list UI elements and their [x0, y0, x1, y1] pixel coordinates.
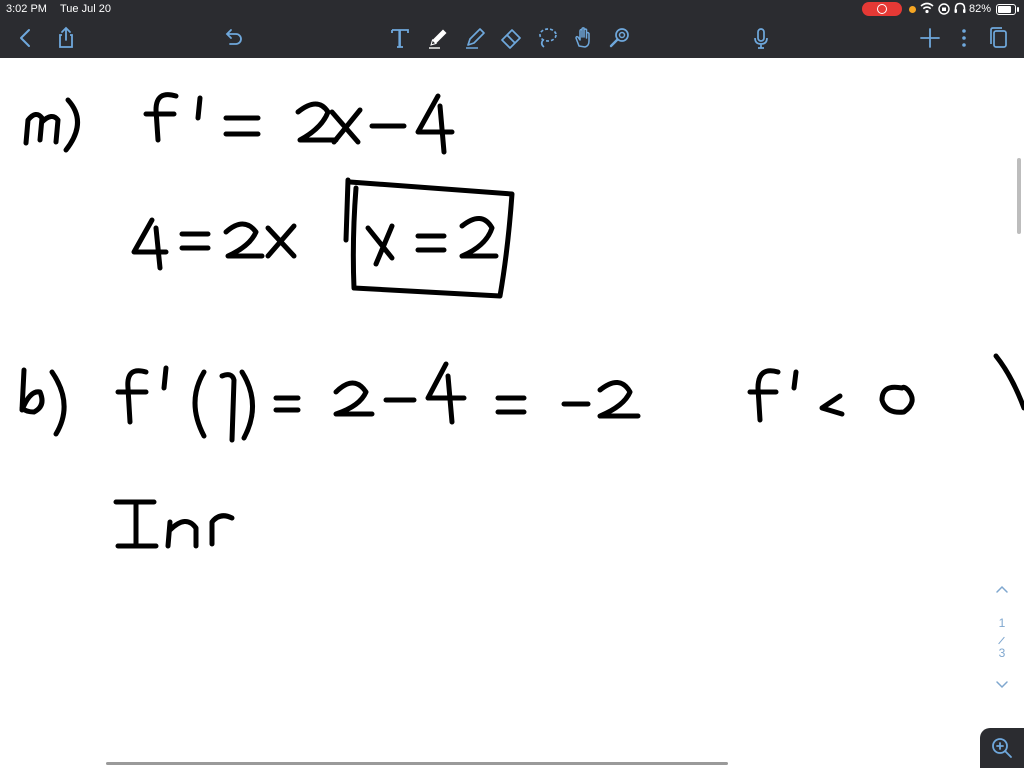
handwriting-line-5	[113, 499, 235, 549]
headphones-icon	[953, 1, 967, 18]
status-bar: 3:02 PM Tue Jul 20 82%	[0, 0, 1024, 20]
rotation-lock-icon	[937, 1, 951, 18]
add-icon[interactable]	[916, 24, 944, 52]
current-page-number: 1	[998, 616, 1006, 630]
back-chevron-icon[interactable]	[12, 24, 40, 52]
zoom-magnifier-icon	[992, 738, 1012, 758]
share-icon[interactable]	[52, 24, 80, 52]
status-date: Tue Jul 20	[60, 3, 111, 15]
microphone-icon[interactable]	[747, 24, 775, 52]
note-canvas[interactable]	[0, 58, 1024, 768]
undo-icon[interactable]	[219, 24, 247, 52]
wifi-icon	[920, 1, 934, 18]
zoom-button[interactable]	[980, 728, 1024, 768]
page-down-chevron-icon[interactable]	[992, 678, 1012, 692]
handwriting-line-1	[143, 92, 455, 155]
lasso-tool-icon[interactable]	[533, 24, 561, 52]
status-time: 3:02 PM	[6, 3, 47, 15]
vertical-scrollbar[interactable]	[1017, 158, 1021, 234]
battery-icon	[996, 4, 1019, 15]
screen-record-icon[interactable]	[862, 2, 902, 16]
handwriting-label-a	[23, 97, 80, 153]
page-separator	[998, 636, 1005, 645]
pen-tool-icon[interactable]	[424, 24, 452, 52]
pages-icon[interactable]	[985, 24, 1013, 52]
top-bar: 3:02 PM Tue Jul 20 82%	[0, 0, 1024, 58]
page-up-chevron-icon[interactable]	[992, 582, 1012, 596]
hand-gesture-icon[interactable]	[570, 24, 598, 52]
handwriting-line-4	[747, 368, 915, 423]
handwriting-edge-stroke	[993, 353, 1024, 411]
battery-percent: 82%	[969, 3, 992, 15]
home-indicator[interactable]	[106, 762, 728, 765]
handwriting-label-b	[19, 367, 67, 437]
more-icon[interactable]	[950, 24, 978, 52]
text-tool-icon[interactable]	[386, 24, 414, 52]
highlighter-tool-icon[interactable]	[461, 24, 489, 52]
handwriting-boxed-answer	[343, 177, 515, 299]
total-page-count: 3	[998, 646, 1006, 660]
mic-in-use-indicator	[909, 6, 916, 13]
handwriting-ink	[19, 92, 1024, 549]
eraser-tool-icon[interactable]	[497, 24, 525, 52]
handwriting-line-3	[115, 361, 641, 443]
laser-pointer-icon[interactable]	[606, 24, 634, 52]
handwriting-line-2	[131, 217, 297, 271]
page-navigator: 1 3	[990, 582, 1014, 694]
